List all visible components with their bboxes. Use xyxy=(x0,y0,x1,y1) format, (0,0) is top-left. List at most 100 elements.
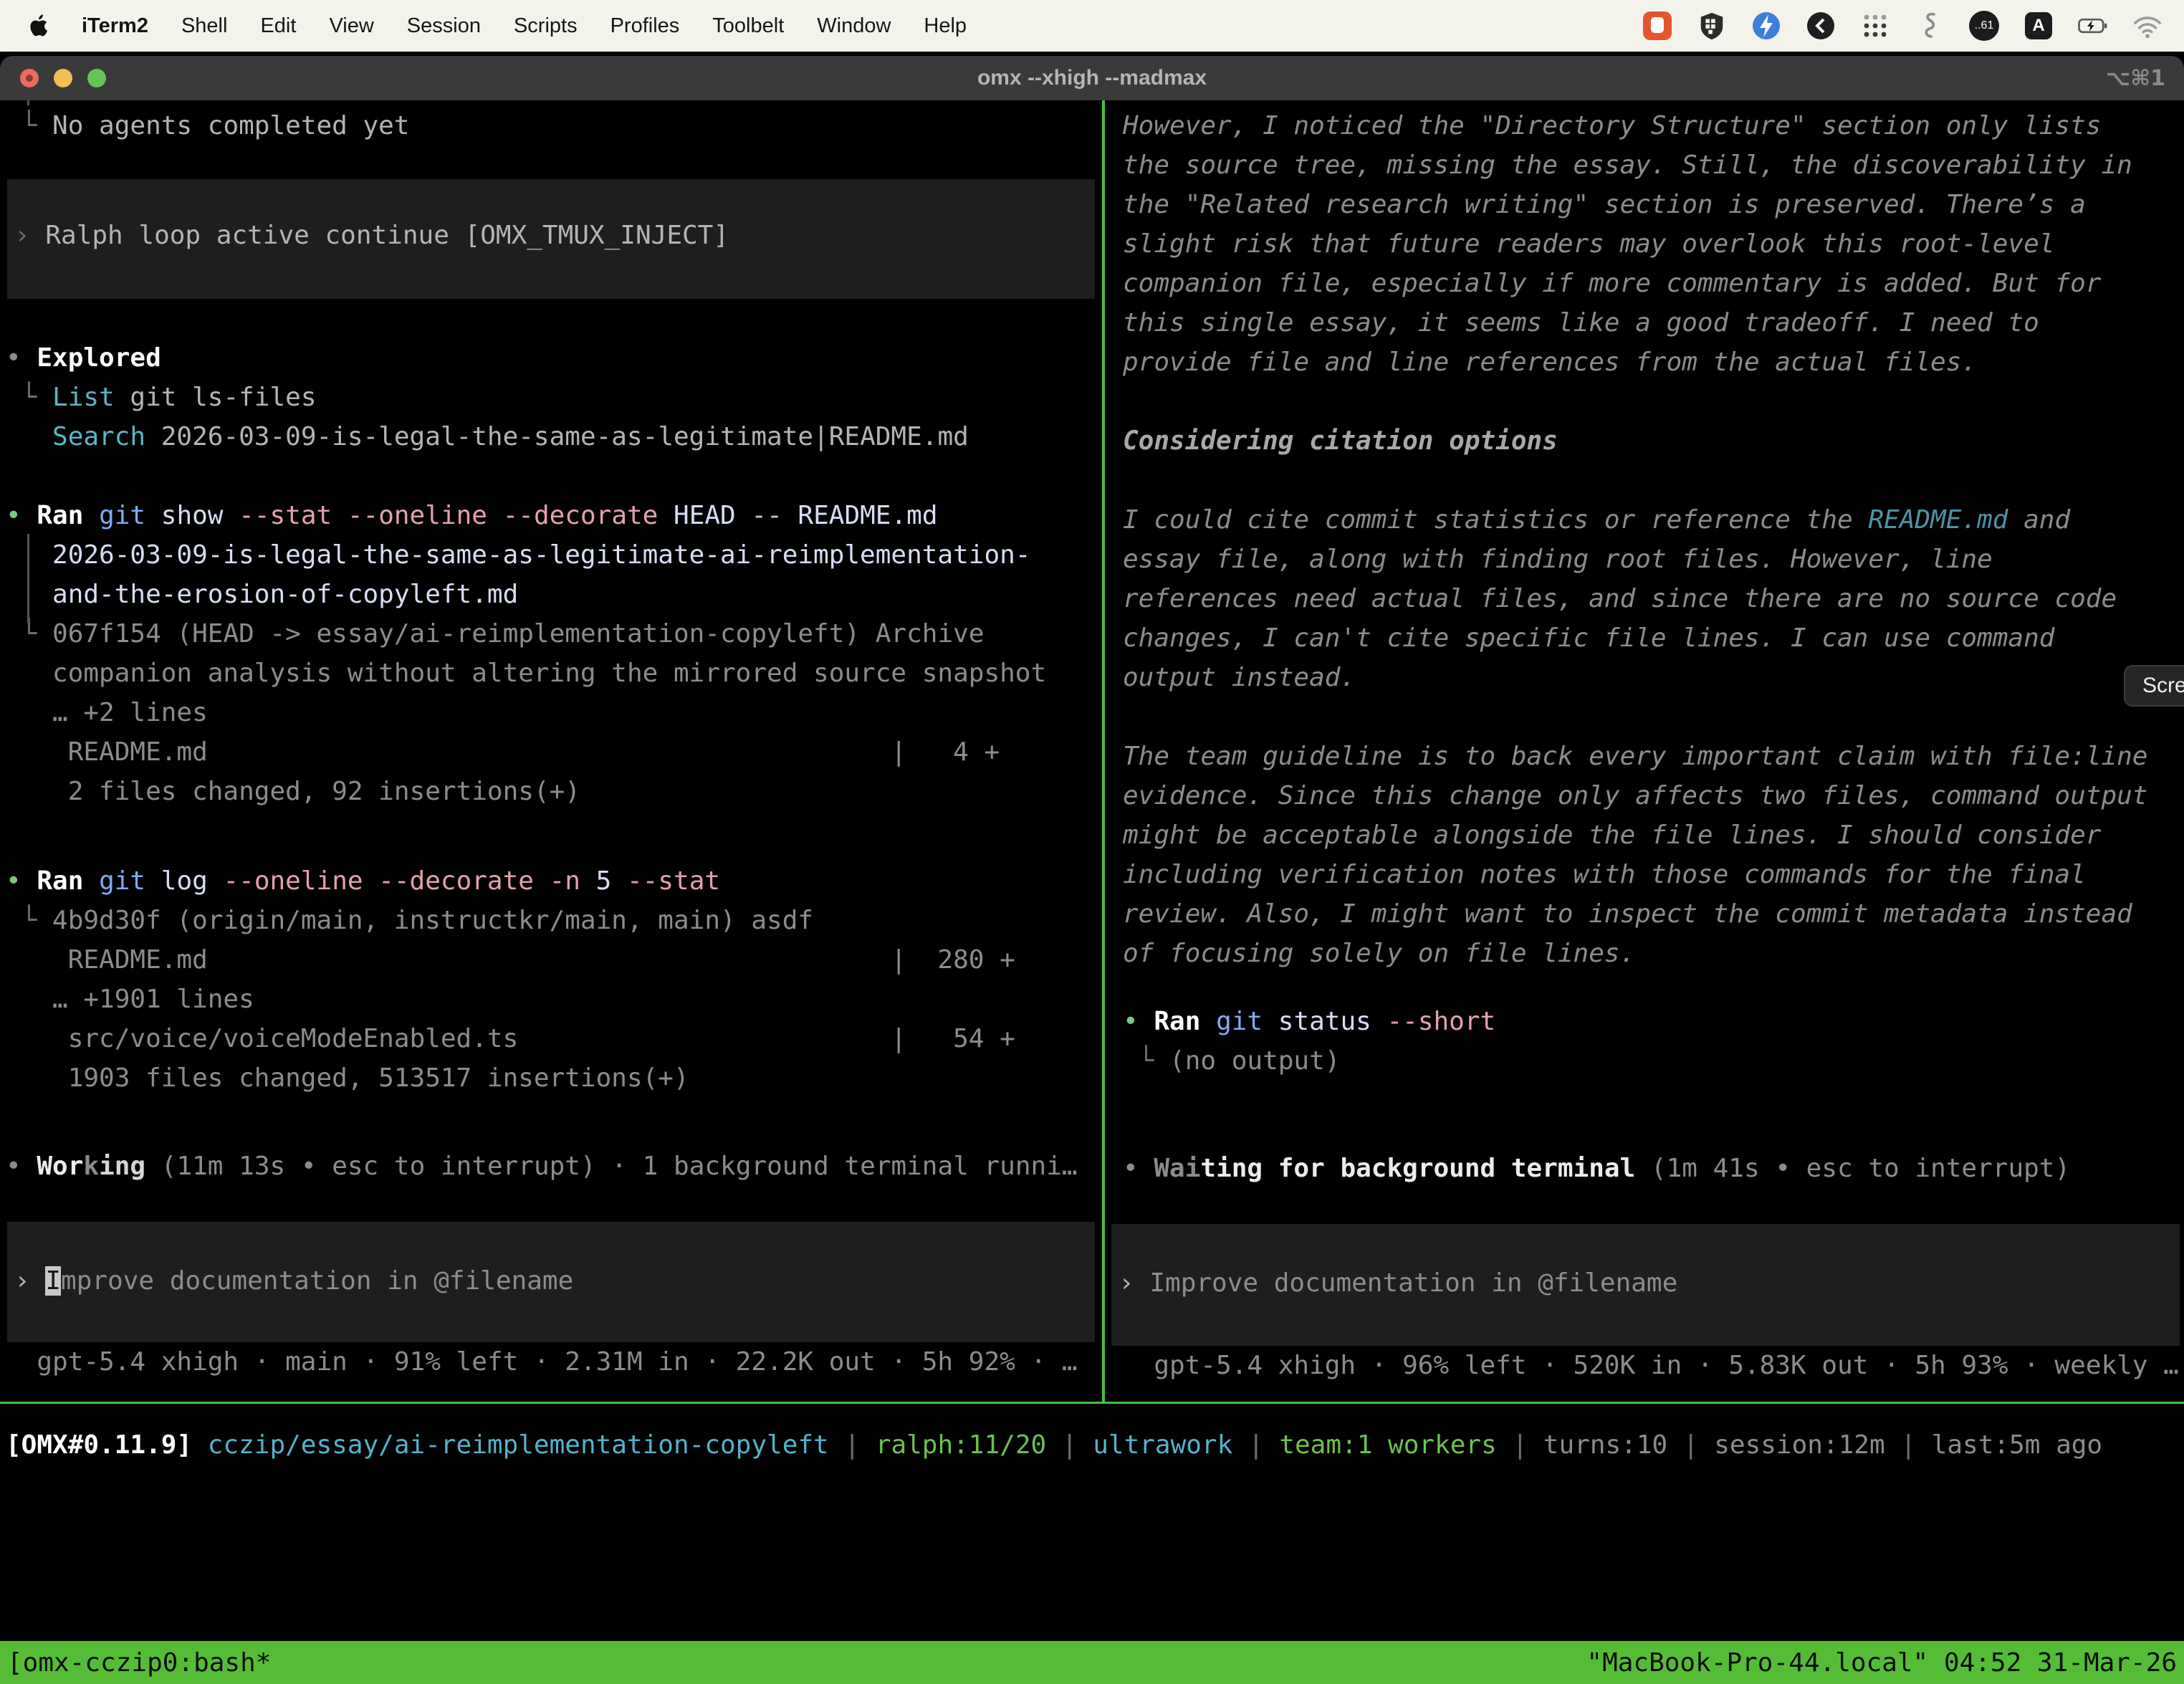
screen-share-tooltip[interactable]: Scre xyxy=(2124,665,2184,707)
window-title: omx --xhigh --madmax xyxy=(0,66,2184,90)
tree-connector xyxy=(27,100,29,105)
chevron-circle-icon[interactable] xyxy=(1804,9,1837,42)
apple-menu-icon[interactable] xyxy=(27,14,49,38)
tmux-host-clock-label: "MacBook-Pro-44.local" 04:52 31-Mar-26 xyxy=(1586,1648,2177,1678)
terminal-window: └ No agents completed yet › Ralph loop ac… xyxy=(0,100,2184,1599)
spacer xyxy=(6,1186,1102,1222)
terminal-line: the "Related research writing" section i… xyxy=(1123,185,2184,224)
terminal-line: review. Also, I might want to inspect th… xyxy=(1123,894,2184,934)
terminal-line: › Ralph loop active continue [OMX_TMUX_I… xyxy=(14,216,1095,255)
terminal-line: references need actual files, and since … xyxy=(1123,579,2184,618)
menu-item-edit[interactable]: Edit xyxy=(260,14,296,38)
menu-item-profiles[interactable]: Profiles xyxy=(610,14,680,38)
terminal-line: evidence. Since this change only affects… xyxy=(1123,776,2184,815)
terminal-line: including verification notes with those … xyxy=(1123,855,2184,894)
terminal-line: … +2 lines xyxy=(6,693,1102,732)
battery-icon[interactable] xyxy=(2077,9,2109,42)
terminal-line: I could cite commit statistics or refere… xyxy=(1123,500,2184,540)
spacer xyxy=(6,456,1102,496)
terminal-line: README.md | 4 + xyxy=(6,732,1102,772)
terminal-line: gpt-5.4 xhigh · main · 91% left · 2.31M … xyxy=(6,1342,1102,1382)
terminal-line: › Improve documentation in @filename xyxy=(1119,1263,2180,1303)
terminal-line: the source tree, missing the essay. Stil… xyxy=(1123,145,2184,185)
menu-item-toolbelt[interactable]: Toolbelt xyxy=(712,14,784,38)
terminal-line: provide file and line references from th… xyxy=(1123,343,2184,382)
right-terminal-pane[interactable]: However, I noticed the "Directory Struct… xyxy=(1107,100,2184,1385)
menu-item-session[interactable]: Session xyxy=(407,14,481,38)
timer-badge-label: ..61 xyxy=(1969,11,1999,41)
wifi-icon[interactable] xyxy=(2131,9,2164,42)
recording-indicator-icon[interactable] xyxy=(1641,9,1674,42)
menu-item-help[interactable]: Help xyxy=(924,14,967,38)
terminal-line: However, I noticed the "Directory Struct… xyxy=(1123,106,2184,145)
terminal-line: Considering citation options xyxy=(1123,421,2184,461)
input-source-label: A xyxy=(2025,12,2052,39)
terminal-line: └ No agents completed yet xyxy=(6,106,1102,145)
timer-badge-icon[interactable]: ..61 xyxy=(1968,9,2001,42)
window-title-bar: omx --xhigh --madmax ⌥⌘1 xyxy=(0,56,2184,100)
left-terminal-pane[interactable]: └ No agents completed yet › Ralph loop ac… xyxy=(0,100,1102,1382)
spacer xyxy=(6,145,1102,179)
menu-status-icons: ..61 A xyxy=(1641,9,2184,42)
menu-item-window[interactable]: Window xyxy=(817,14,891,38)
menu-items: iTerm2 Shell Edit View Session Scripts Profile… xyxy=(0,14,967,38)
hook-icon[interactable] xyxy=(1913,9,1946,42)
terminal-line: • Ran git status --short xyxy=(1123,1002,2184,1041)
bolt-badge-icon[interactable] xyxy=(1750,9,1783,42)
menu-item-iterm2[interactable]: iTerm2 xyxy=(82,14,148,38)
tmux-status-bar[interactable]: [omx-cczip0:bash* "MacBook-Pro-44.local"… xyxy=(0,1641,2184,1684)
spacer xyxy=(1123,697,2184,737)
menu-item-scripts[interactable]: Scripts xyxy=(514,14,578,38)
terminal-line: companion analysis without altering the … xyxy=(6,654,1102,693)
terminal-line: 1903 files changed, 513517 insertions(+) xyxy=(6,1058,1102,1098)
terminal-line: essay file, along with finding root file… xyxy=(1123,540,2184,579)
spacer xyxy=(1123,461,2184,500)
terminal-line: companion file, especially if more comme… xyxy=(1123,264,2184,303)
spacer xyxy=(6,811,1102,861)
spacer xyxy=(1123,1081,2184,1149)
terminal-line: src/voice/voiceModeEnabled.ts | 54 + xyxy=(6,1019,1102,1058)
spacer xyxy=(1123,1188,2184,1224)
terminal-line: └ 067f154 (HEAD -> essay/ai-reimplementa… xyxy=(6,614,1102,654)
terminal-line: • Ran git log --oneline --decorate -n 5 … xyxy=(6,861,1102,901)
input-source-icon[interactable]: A xyxy=(2022,9,2055,42)
menu-item-shell[interactable]: Shell xyxy=(181,14,228,38)
terminal-line: › Improve documentation in @filename xyxy=(14,1261,1095,1301)
terminal-line: and-the-erosion-of-copyleft.md xyxy=(6,575,1102,614)
tmux-session-label: [omx-cczip0:bash* xyxy=(7,1648,271,1678)
prompt-box[interactable]: › Improve documentation in @filename xyxy=(7,1222,1095,1342)
terminal-line: this single essay, it seems like a good … xyxy=(1123,303,2184,343)
spacer xyxy=(1123,382,2184,421)
spacer xyxy=(6,299,1102,338)
macos-menu-bar: iTerm2 Shell Edit View Session Scripts Profile… xyxy=(0,0,2184,52)
dot-grid-icon[interactable] xyxy=(1859,9,1892,42)
terminal-line: of focusing solely on file lines. xyxy=(1123,934,2184,973)
screen-share-tooltip-label: Scre xyxy=(2142,674,2184,698)
terminal-line: • Waiting for background terminal (1m 41… xyxy=(1123,1149,2184,1188)
prompt-box[interactable]: › Improve documentation in @filename xyxy=(1111,1224,2180,1346)
spacer xyxy=(1123,973,2184,1002)
terminal-line: gpt-5.4 xhigh · 96% left · 520K in · 5.8… xyxy=(1123,1346,2184,1385)
terminal-line: might be acceptable alongside the file l… xyxy=(1123,815,2184,855)
terminal-line: 2 files changed, 92 insertions(+) xyxy=(6,772,1102,811)
terminal-line: slight risk that future readers may over… xyxy=(1123,224,2184,264)
terminal-line: The team guideline is to back every impo… xyxy=(1123,737,2184,776)
terminal-line: README.md | 280 + xyxy=(6,940,1102,980)
terminal-line: changes, I can't cite specific file line… xyxy=(1123,618,2184,658)
terminal-line: [OMX#0.11.9] cczip/essay/ai-reimplementa… xyxy=(6,1425,2184,1465)
terminal-line: └ 4b9d30f (origin/main, instructkr/main,… xyxy=(6,901,1102,940)
shield-icon[interactable] xyxy=(1695,9,1728,42)
terminal-line: └ (no output) xyxy=(1123,1041,2184,1081)
menu-item-view[interactable]: View xyxy=(329,14,373,38)
terminal-line: … +1901 lines xyxy=(6,980,1102,1019)
omx-status-row: [OMX#0.11.9] cczip/essay/ai-reimplementa… xyxy=(0,1404,2184,1465)
pane-divider[interactable] xyxy=(1102,100,1105,1402)
terminal-line: • Working (11m 13s • esc to interrupt) ·… xyxy=(6,1147,1102,1186)
terminal-line: └ List git ls-files xyxy=(6,378,1102,417)
terminal-line: • Ran git show --stat --oneline --decora… xyxy=(6,496,1102,535)
tree-connector xyxy=(27,534,29,623)
terminal-line: Search 2026-03-09-is-legal-the-same-as-l… xyxy=(6,417,1102,456)
terminal-line: • Explored xyxy=(6,338,1102,378)
prompt-box[interactable]: › Ralph loop active continue [OMX_TMUX_I… xyxy=(7,179,1095,299)
terminal-line: output instead. xyxy=(1123,658,2184,697)
